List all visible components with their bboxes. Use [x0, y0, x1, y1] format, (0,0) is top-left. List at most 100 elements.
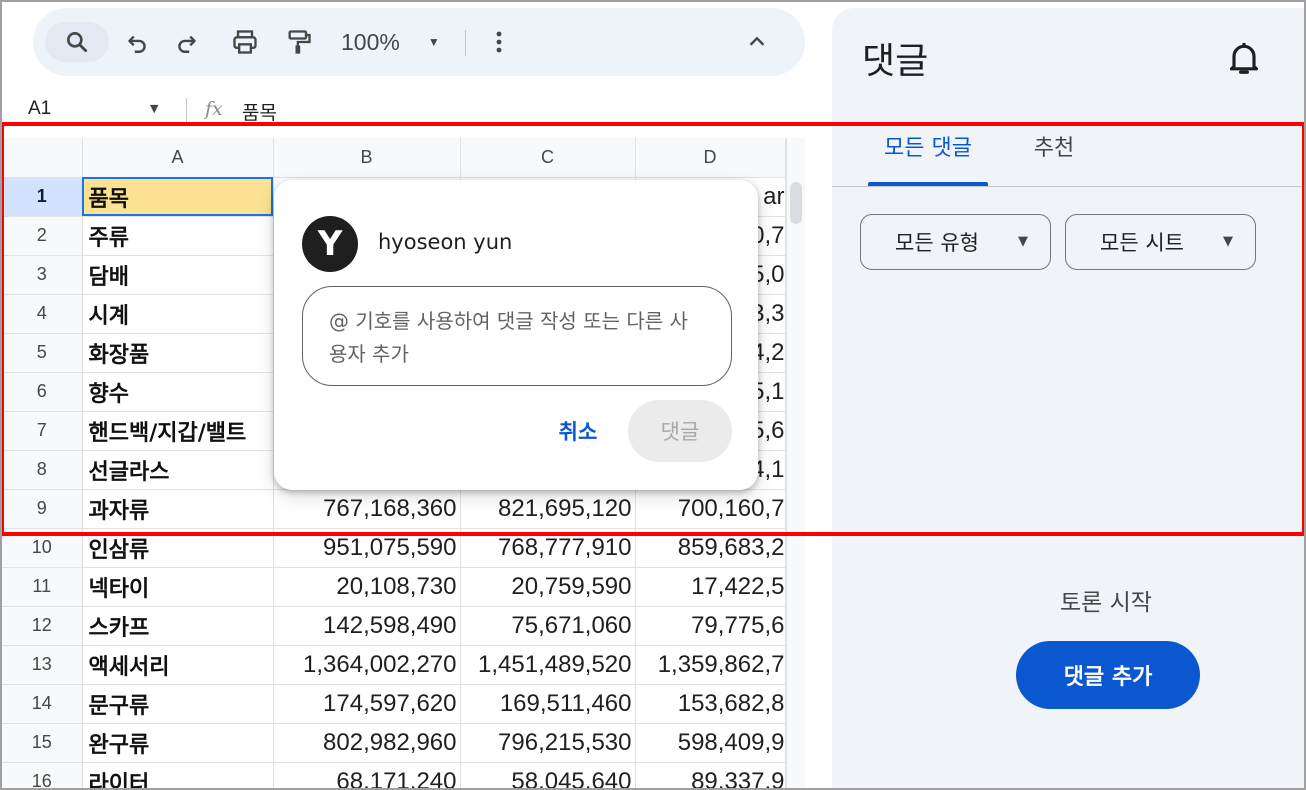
vertical-scrollbar[interactable] — [786, 138, 805, 790]
cell-d[interactable]: 17,422,5 — [635, 567, 786, 607]
comment-submit-button[interactable]: 댓글 — [628, 400, 732, 462]
cell-a[interactable]: 주류 — [82, 216, 274, 256]
cell-c[interactable]: 768,777,910 — [460, 528, 636, 568]
row-header[interactable]: 12 — [2, 606, 83, 646]
formula-bar: A1 ▼ fx 품목 — [0, 88, 805, 124]
cell-a[interactable]: 향수 — [82, 372, 274, 412]
cell-d-value: 859,683,2 — [677, 533, 785, 561]
cell-c[interactable]: 1,451,489,520 — [460, 645, 636, 685]
print-button[interactable] — [223, 22, 267, 62]
filter-type-label: 모든 유형 — [895, 231, 979, 255]
row-header[interactable]: 14 — [2, 684, 83, 724]
table-row: 12 스카프 142,598,490 75,671,060 79,775,6 — [2, 606, 786, 646]
row-header[interactable]: 5 — [2, 333, 83, 373]
row-header[interactable]: 10 — [2, 528, 83, 568]
panel-title: 댓글 — [862, 41, 929, 82]
paint-format-button[interactable] — [277, 22, 321, 62]
cell-b[interactable]: 767,168,360 — [273, 489, 461, 529]
collapse-toolbar-button[interactable] — [735, 22, 779, 62]
cell-b[interactable]: 142,598,490 — [273, 606, 461, 646]
tab-recommended-label: 추천 — [1033, 136, 1075, 161]
search-button[interactable] — [45, 22, 109, 62]
cell-a[interactable]: 라이터 — [82, 762, 274, 790]
column-header-d[interactable]: D — [635, 138, 786, 178]
undo-icon — [128, 35, 146, 53]
cell-d[interactable]: 89,337,9 — [635, 762, 786, 790]
search-icon — [67, 32, 88, 53]
cell-d[interactable]: 1,359,862,7 — [635, 645, 786, 685]
row-header[interactable]: 1 — [2, 177, 83, 217]
row-header[interactable]: 15 — [2, 723, 83, 763]
column-header-a[interactable]: A — [82, 138, 274, 178]
chevron-down-icon[interactable]: ▼ — [150, 102, 158, 115]
cell-d[interactable]: 700,160,7 — [635, 489, 786, 529]
cell-d[interactable]: 153,682,8 — [635, 684, 786, 724]
row-header[interactable]: 2 — [2, 216, 83, 256]
add-comment-button[interactable]: 댓글 추가 — [1016, 641, 1200, 709]
paint-format-icon — [288, 30, 311, 54]
chevron-up-icon — [749, 36, 765, 46]
cell-a[interactable]: 시계 — [82, 294, 274, 334]
cell-b[interactable]: 20,108,730 — [273, 567, 461, 607]
undo-button[interactable] — [117, 22, 157, 62]
row-header[interactable]: 6 — [2, 372, 83, 412]
table-row: 13 액세서리 1,364,002,270 1,451,489,520 1,359,86… — [2, 645, 786, 685]
toolbar-divider — [465, 30, 466, 56]
name-box[interactable]: A1 — [28, 98, 51, 120]
row-header[interactable]: 13 — [2, 645, 83, 685]
table-row: 14 문구류 174,597,620 169,511,460 153,682,8 — [2, 684, 786, 724]
row-header[interactable]: 9 — [2, 489, 83, 529]
cell-c[interactable]: 169,511,460 — [460, 684, 636, 724]
tab-recommended[interactable]: 추천 — [1008, 126, 1100, 186]
cell-a[interactable]: 화장품 — [82, 333, 274, 373]
cell-a[interactable]: 완구류 — [82, 723, 274, 763]
row-header[interactable]: 7 — [2, 411, 83, 451]
cell-d[interactable]: 79,775,6 — [635, 606, 786, 646]
cell-c[interactable]: 796,215,530 — [460, 723, 636, 763]
cell-a[interactable]: 넥타이 — [82, 567, 274, 607]
column-header-c[interactable]: C — [460, 138, 636, 178]
cell-c[interactable]: 821,695,120 — [460, 489, 636, 529]
column-header-b[interactable]: B — [273, 138, 461, 178]
filter-type-dropdown[interactable]: 모든 유형 ▼ — [860, 214, 1051, 270]
table-row: 9 과자류 767,168,360 821,695,120 700,160,7 — [2, 489, 786, 529]
cell-a[interactable]: 문구류 — [82, 684, 274, 724]
row-header[interactable]: 4 — [2, 294, 83, 334]
cancel-button[interactable]: 취소 — [534, 402, 622, 460]
cell-a[interactable]: 선글라스 — [82, 450, 274, 490]
cell-a[interactable]: 인삼류 — [82, 528, 274, 568]
row-header[interactable]: 16 — [2, 762, 83, 790]
table-row: 15 완구류 802,982,960 796,215,530 598,409,9 — [2, 723, 786, 763]
redo-button[interactable] — [167, 22, 207, 62]
cell-a[interactable]: 액세서리 — [82, 645, 274, 685]
cell-d-value: 17,422,5 — [691, 572, 785, 600]
select-all-corner[interactable] — [2, 138, 83, 178]
notification-button[interactable] — [1224, 38, 1264, 78]
cell-b[interactable]: 951,075,590 — [273, 528, 461, 568]
cell-b[interactable]: 1,364,002,270 — [273, 645, 461, 685]
cell-a[interactable]: 과자류 — [82, 489, 274, 529]
more-button[interactable] — [481, 22, 517, 62]
row-header[interactable]: 11 — [2, 567, 83, 607]
formula-input[interactable]: 품목 — [242, 98, 277, 125]
cell-c[interactable]: 75,671,060 — [460, 606, 636, 646]
cell-a[interactable]: 품목 — [82, 177, 274, 217]
cell-d[interactable]: 598,409,9 — [635, 723, 786, 763]
cell-a[interactable]: 핸드백/지갑/밸트 — [82, 411, 274, 451]
tab-all-comments[interactable]: 모든 댓글 — [868, 126, 988, 186]
cell-a[interactable]: 스카프 — [82, 606, 274, 646]
cell-b[interactable]: 802,982,960 — [273, 723, 461, 763]
chevron-down-icon: ▼ — [1018, 234, 1028, 249]
cell-b[interactable]: 68,171,240 — [273, 762, 461, 790]
cell-a[interactable]: 담배 — [82, 255, 274, 295]
zoom-select[interactable]: 100% ▼ — [341, 22, 461, 62]
filter-sheet-dropdown[interactable]: 모든 시트 ▼ — [1065, 214, 1256, 270]
row-header[interactable]: 8 — [2, 450, 83, 490]
row-header[interactable]: 3 — [2, 255, 83, 295]
comment-input[interactable]: @ 기호를 사용하여 댓글 작성 또는 다른 사용자 추가 — [302, 286, 732, 386]
cell-c[interactable]: 58,045,640 — [460, 762, 636, 790]
cell-d[interactable]: 859,683,2 — [635, 528, 786, 568]
cell-b[interactable]: 174,597,620 — [273, 684, 461, 724]
cell-c[interactable]: 20,759,590 — [460, 567, 636, 607]
scrollbar-thumb[interactable] — [790, 182, 802, 224]
